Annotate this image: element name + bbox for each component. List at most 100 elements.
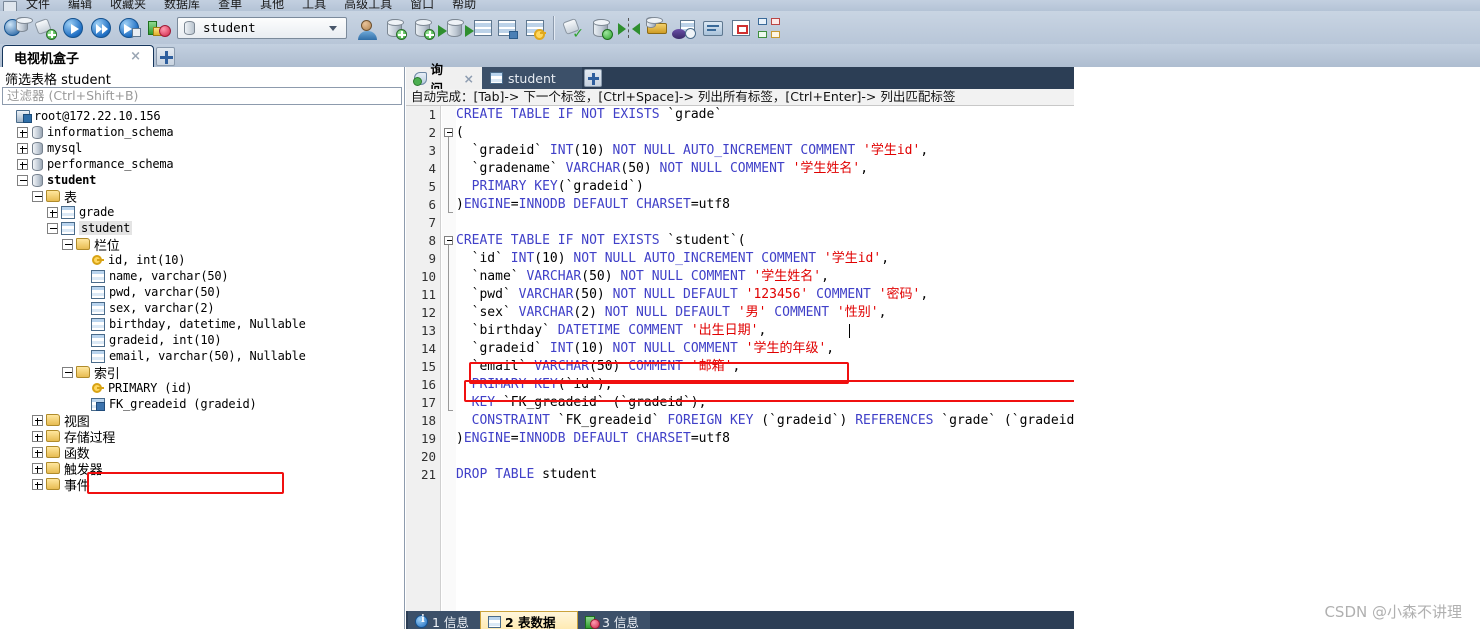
watermark: CSDN @小森不讲理 [1324,603,1462,621]
sync-icon[interactable] [615,14,643,42]
tree-item-label: sex, varchar(2) [109,301,215,315]
menu-item-query[interactable]: 查单 [209,0,251,10]
tree-item[interactable]: pwd, varchar(50) [0,284,404,300]
tree-item[interactable]: 索引 [0,364,404,382]
user-manager-icon[interactable] [353,14,381,42]
tree-item[interactable]: student [0,172,404,188]
flush-icon[interactable]: ✓ [559,14,587,42]
tab-student[interactable]: student [482,67,582,89]
tree-item[interactable]: PRIMARY (id) [0,380,404,396]
menu-item-advanced-tools[interactable]: 高级工具 [335,0,401,10]
menu-item-help[interactable]: 帮助 [443,0,485,10]
menu-item-database[interactable]: 数据库 [155,0,209,10]
tree-item[interactable]: name, varchar(50) [0,268,404,284]
sql-help-icon[interactable] [699,14,727,42]
close-icon[interactable]: × [464,71,474,86]
tree-expander-icon[interactable] [32,190,43,202]
tree-item[interactable]: 函数 [0,444,404,462]
tree-expander-icon[interactable] [32,462,43,474]
tree-item[interactable]: student [0,220,404,236]
filter-input[interactable]: 过滤器 (Ctrl+Shift+B) [2,87,402,105]
tree-item[interactable]: grade [0,204,404,220]
table-diagram-icon[interactable] [727,14,755,42]
export-grid-icon[interactable] [465,14,493,42]
tree-item[interactable]: 存储过程 [0,428,404,446]
tree-item[interactable]: 表 [0,188,404,206]
new-database-icon[interactable] [31,14,59,42]
tree-item[interactable]: birthday, datetime, Nullable [0,316,404,332]
line-number: 4 [428,161,436,176]
bulk-table-editor-icon[interactable] [643,14,671,42]
maintenance-icon[interactable] [671,14,699,42]
folder-icon [46,478,60,490]
line-number: 15 [420,359,436,374]
connection-manager-icon[interactable] [3,14,33,42]
database-selector[interactable]: student [177,16,347,39]
er-diagram-icon[interactable] [755,14,783,42]
tree-expander-icon[interactable] [47,222,58,234]
stop-refresh-icon[interactable] [143,14,171,42]
tree-expander-icon[interactable] [32,478,43,490]
column-icon [91,349,105,363]
column-icon [91,317,105,331]
fold-marker-block2[interactable] [444,236,453,245]
tree-item[interactable]: 视图 [0,412,404,430]
line-number: 6 [428,197,436,212]
run-all-queries-icon[interactable] [87,14,115,42]
fold-marker-block1[interactable] [444,128,453,137]
tab-info-1[interactable]: 1 信息 [408,611,480,629]
menu-item-tools[interactable]: 工具 [293,0,335,10]
tree-expander-icon[interactable] [32,430,43,442]
tab-info-3[interactable]: 3 信息 [578,611,650,629]
tree-item[interactable]: id, int(10) [0,252,404,268]
table-icon [488,615,501,628]
tree-item[interactable]: mysql [0,140,404,156]
tree-expander-icon[interactable] [32,414,43,426]
tree-item-label: 栏位 [94,238,120,254]
folder-icon [46,190,60,202]
session-tab[interactable]: 电视机盒子 × [2,45,154,68]
tree-item[interactable]: gradeid, int(10) [0,332,404,348]
menu-item-window[interactable]: 窗口 [401,0,443,10]
tree-item[interactable]: sex, varchar(2) [0,300,404,316]
index-key-icon[interactable] [521,14,549,42]
run-query-icon[interactable] [59,14,87,42]
tree-expander-icon[interactable] [17,126,28,138]
tree-item[interactable]: 栏位 [0,236,404,254]
menu-item-file[interactable]: 文件 [17,0,59,10]
run-current-query-icon[interactable] [115,14,143,42]
tree-item[interactable]: FK_greadeid (gradeid) [0,396,404,412]
tree-expander-icon[interactable] [17,158,28,170]
tree-item[interactable]: performance_schema [0,156,404,172]
menu-item-favorites[interactable]: 收藏夹 [101,0,155,10]
add-tab-button[interactable] [584,69,602,87]
tree-expander-icon[interactable] [17,174,28,186]
tab-table-data[interactable]: 2 表数据 [480,611,578,629]
tree-expander-icon[interactable] [62,238,73,250]
tree-item[interactable]: root@172.22.10.156 [0,108,404,124]
import-database-icon[interactable] [381,14,409,42]
tree-item[interactable]: information_schema [0,124,404,140]
import-data-icon[interactable] [437,14,465,42]
tree-item[interactable]: 事件 [0,476,404,494]
tree-expander-icon[interactable] [32,446,43,458]
refresh-database-icon[interactable] [587,14,615,42]
tree-expander-icon[interactable] [47,206,58,218]
menu-item-other[interactable]: 其他 [251,0,293,10]
export-database-icon[interactable] [409,14,437,42]
database-icon [32,141,43,155]
table-tools-icon[interactable] [493,14,521,42]
menu-item-edit[interactable]: 编辑 [59,0,101,10]
tree-item[interactable]: email, varchar(50), Nullable [0,348,404,364]
tree-expander-icon[interactable] [17,142,28,154]
tree-item[interactable]: 触发器 [0,460,404,478]
tree-expander-icon[interactable] [62,366,73,378]
query-icon [413,71,427,86]
close-icon[interactable]: × [130,50,141,63]
tab-query[interactable]: 询问 × [406,62,482,96]
index-icon [91,397,105,411]
database-icon [32,125,43,139]
add-session-button[interactable] [156,47,175,66]
